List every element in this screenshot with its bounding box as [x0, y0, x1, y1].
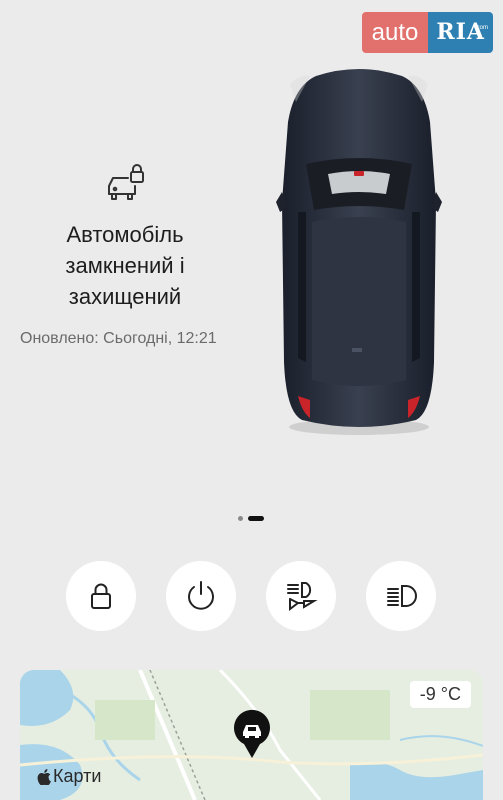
- apple-maps-label: Карти: [37, 766, 101, 787]
- padlock-icon: [91, 583, 111, 609]
- headlights-button[interactable]: [366, 561, 436, 631]
- updated-timestamp: Оновлено: Сьогодні, 12:21: [20, 330, 217, 347]
- horn-lights-button[interactable]: [266, 561, 336, 631]
- car-lock-icon: [108, 164, 144, 200]
- horn-headlight-icon: [287, 582, 318, 611]
- headlight-icon: [387, 585, 417, 607]
- page-dot-active[interactable]: [248, 516, 264, 521]
- lock-button[interactable]: [66, 561, 136, 631]
- page-dot[interactable]: [238, 516, 243, 521]
- watermark-ria: RIA .com: [428, 12, 493, 53]
- engine-button[interactable]: [166, 561, 236, 631]
- temperature-badge: -9 °C: [409, 681, 471, 708]
- status-title: Автомобіль замкнений і захищений: [65, 222, 185, 309]
- map-preview[interactable]: -9 °C Карти: [20, 670, 483, 800]
- autoria-watermark: auto RIA .com: [361, 12, 493, 53]
- watermark-domain: .com: [474, 25, 488, 31]
- car-location-pin-icon[interactable]: [232, 708, 272, 760]
- power-icon: [188, 581, 214, 610]
- carousel-indicator: [238, 516, 264, 521]
- car-top-view: [276, 69, 442, 435]
- apple-icon: [37, 768, 51, 785]
- maps-label-text: Карти: [53, 766, 102, 786]
- watermark-auto: auto: [361, 12, 429, 53]
